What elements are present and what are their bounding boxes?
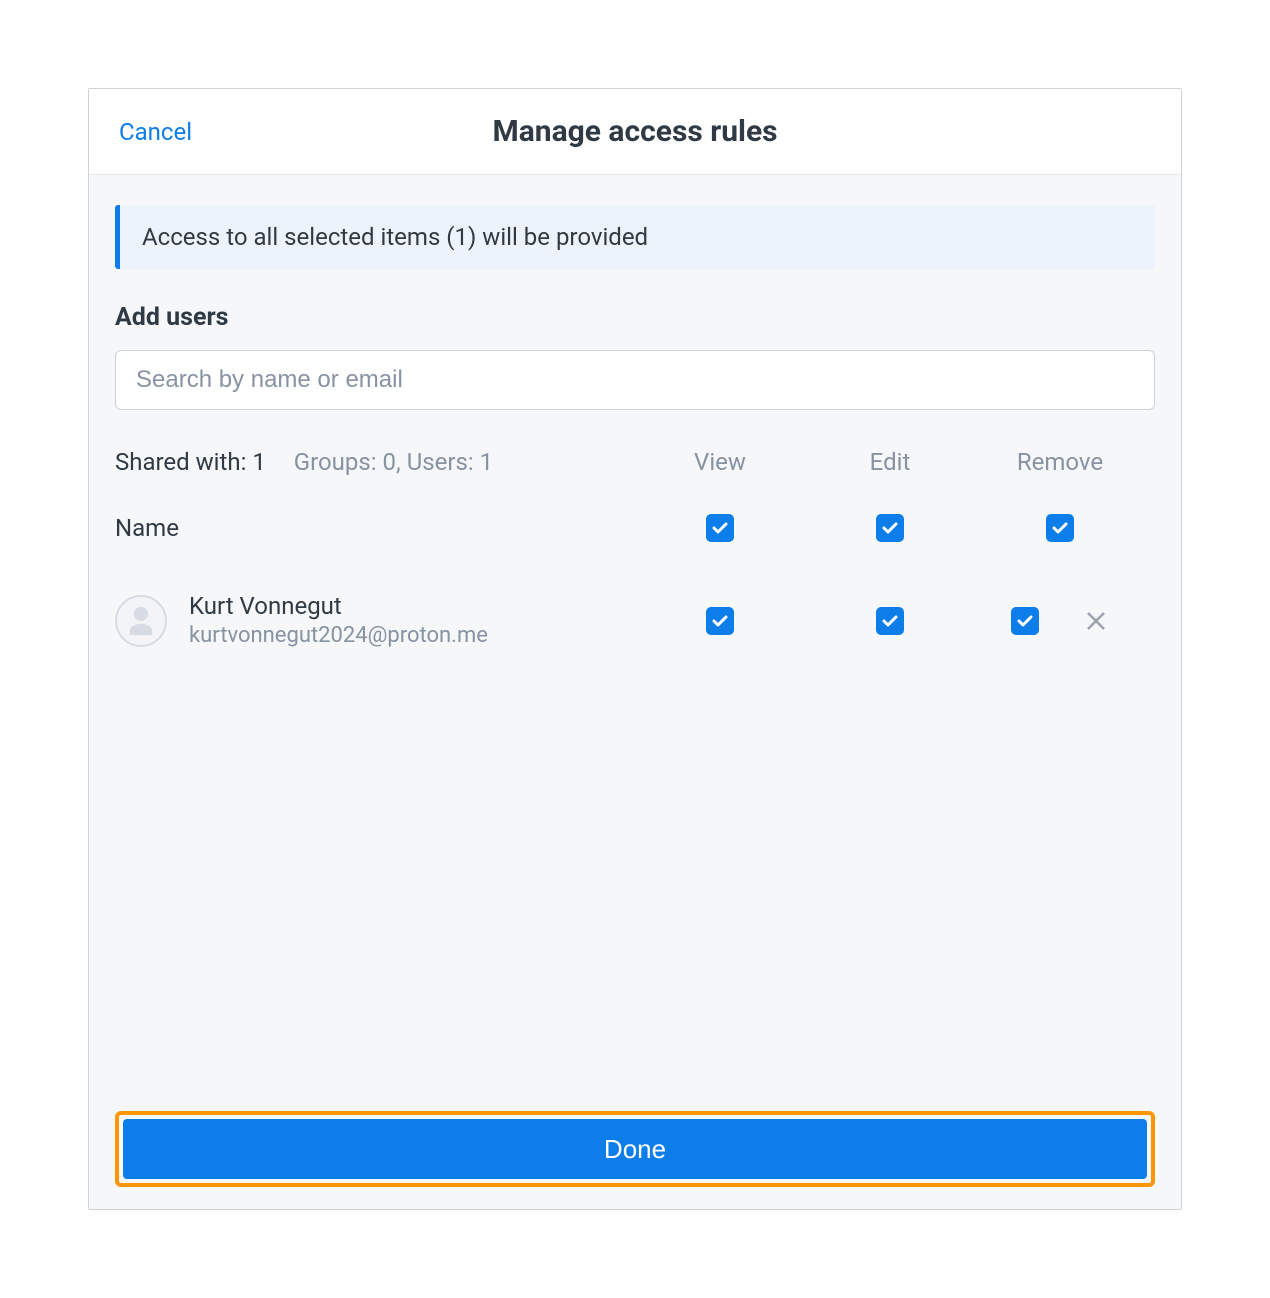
master-edit-checkbox[interactable]: [876, 514, 904, 542]
user-edit-checkbox[interactable]: [876, 607, 904, 635]
user-text: Kurt Vonnegut kurtvonnegut2024@proton.me: [189, 591, 488, 651]
close-icon: [1084, 609, 1108, 633]
column-header-name: Name: [115, 514, 635, 542]
manage-access-modal: Cancel Manage access rules Access to all…: [88, 88, 1182, 1210]
master-view-checkbox[interactable]: [706, 514, 734, 542]
column-header-view: View: [635, 448, 805, 476]
user-cell: Kurt Vonnegut kurtvonnegut2024@proton.me: [115, 591, 635, 651]
master-remove-checkbox[interactable]: [1046, 514, 1074, 542]
remove-user-button[interactable]: [1083, 608, 1109, 634]
user-view-cell: [635, 607, 805, 635]
groups-users-count: Groups: 0, Users: 1: [294, 448, 493, 476]
column-header-edit: Edit: [805, 448, 975, 476]
shared-summary: Shared with: 1 Groups: 0, Users: 1: [115, 448, 635, 476]
user-email: kurtvonnegut2024@proton.me: [189, 622, 488, 651]
user-view-checkbox[interactable]: [706, 607, 734, 635]
done-button[interactable]: Done: [123, 1119, 1147, 1179]
shared-with-count: Shared with: 1: [115, 448, 266, 476]
info-banner: Access to all selected items (1) will be…: [115, 205, 1155, 269]
modal-title: Manage access rules: [89, 114, 1181, 149]
user-remove-cell: [975, 607, 1145, 635]
user-row: Kurt Vonnegut kurtvonnegut2024@proton.me: [115, 576, 1155, 666]
person-icon: [124, 604, 158, 638]
master-view-cell: [635, 514, 805, 542]
modal-footer: Done: [89, 1111, 1181, 1209]
done-highlight: Done: [115, 1111, 1155, 1187]
page-container: Cancel Manage access rules Access to all…: [0, 0, 1270, 1298]
name-header-row: Name: [115, 514, 1155, 542]
modal-header: Cancel Manage access rules: [89, 89, 1181, 175]
summary-and-column-headers: Shared with: 1 Groups: 0, Users: 1 View …: [115, 448, 1155, 476]
modal-body: Access to all selected items (1) will be…: [89, 175, 1181, 1111]
cancel-button[interactable]: Cancel: [119, 118, 192, 146]
column-header-remove: Remove: [975, 448, 1145, 476]
avatar: [115, 595, 167, 647]
search-input[interactable]: [115, 350, 1155, 410]
user-name: Kurt Vonnegut: [189, 591, 488, 622]
user-edit-cell: [805, 607, 975, 635]
master-remove-cell: [975, 514, 1145, 542]
user-remove-checkbox[interactable]: [1011, 607, 1039, 635]
master-edit-cell: [805, 514, 975, 542]
add-users-heading: Add users: [115, 303, 1155, 332]
